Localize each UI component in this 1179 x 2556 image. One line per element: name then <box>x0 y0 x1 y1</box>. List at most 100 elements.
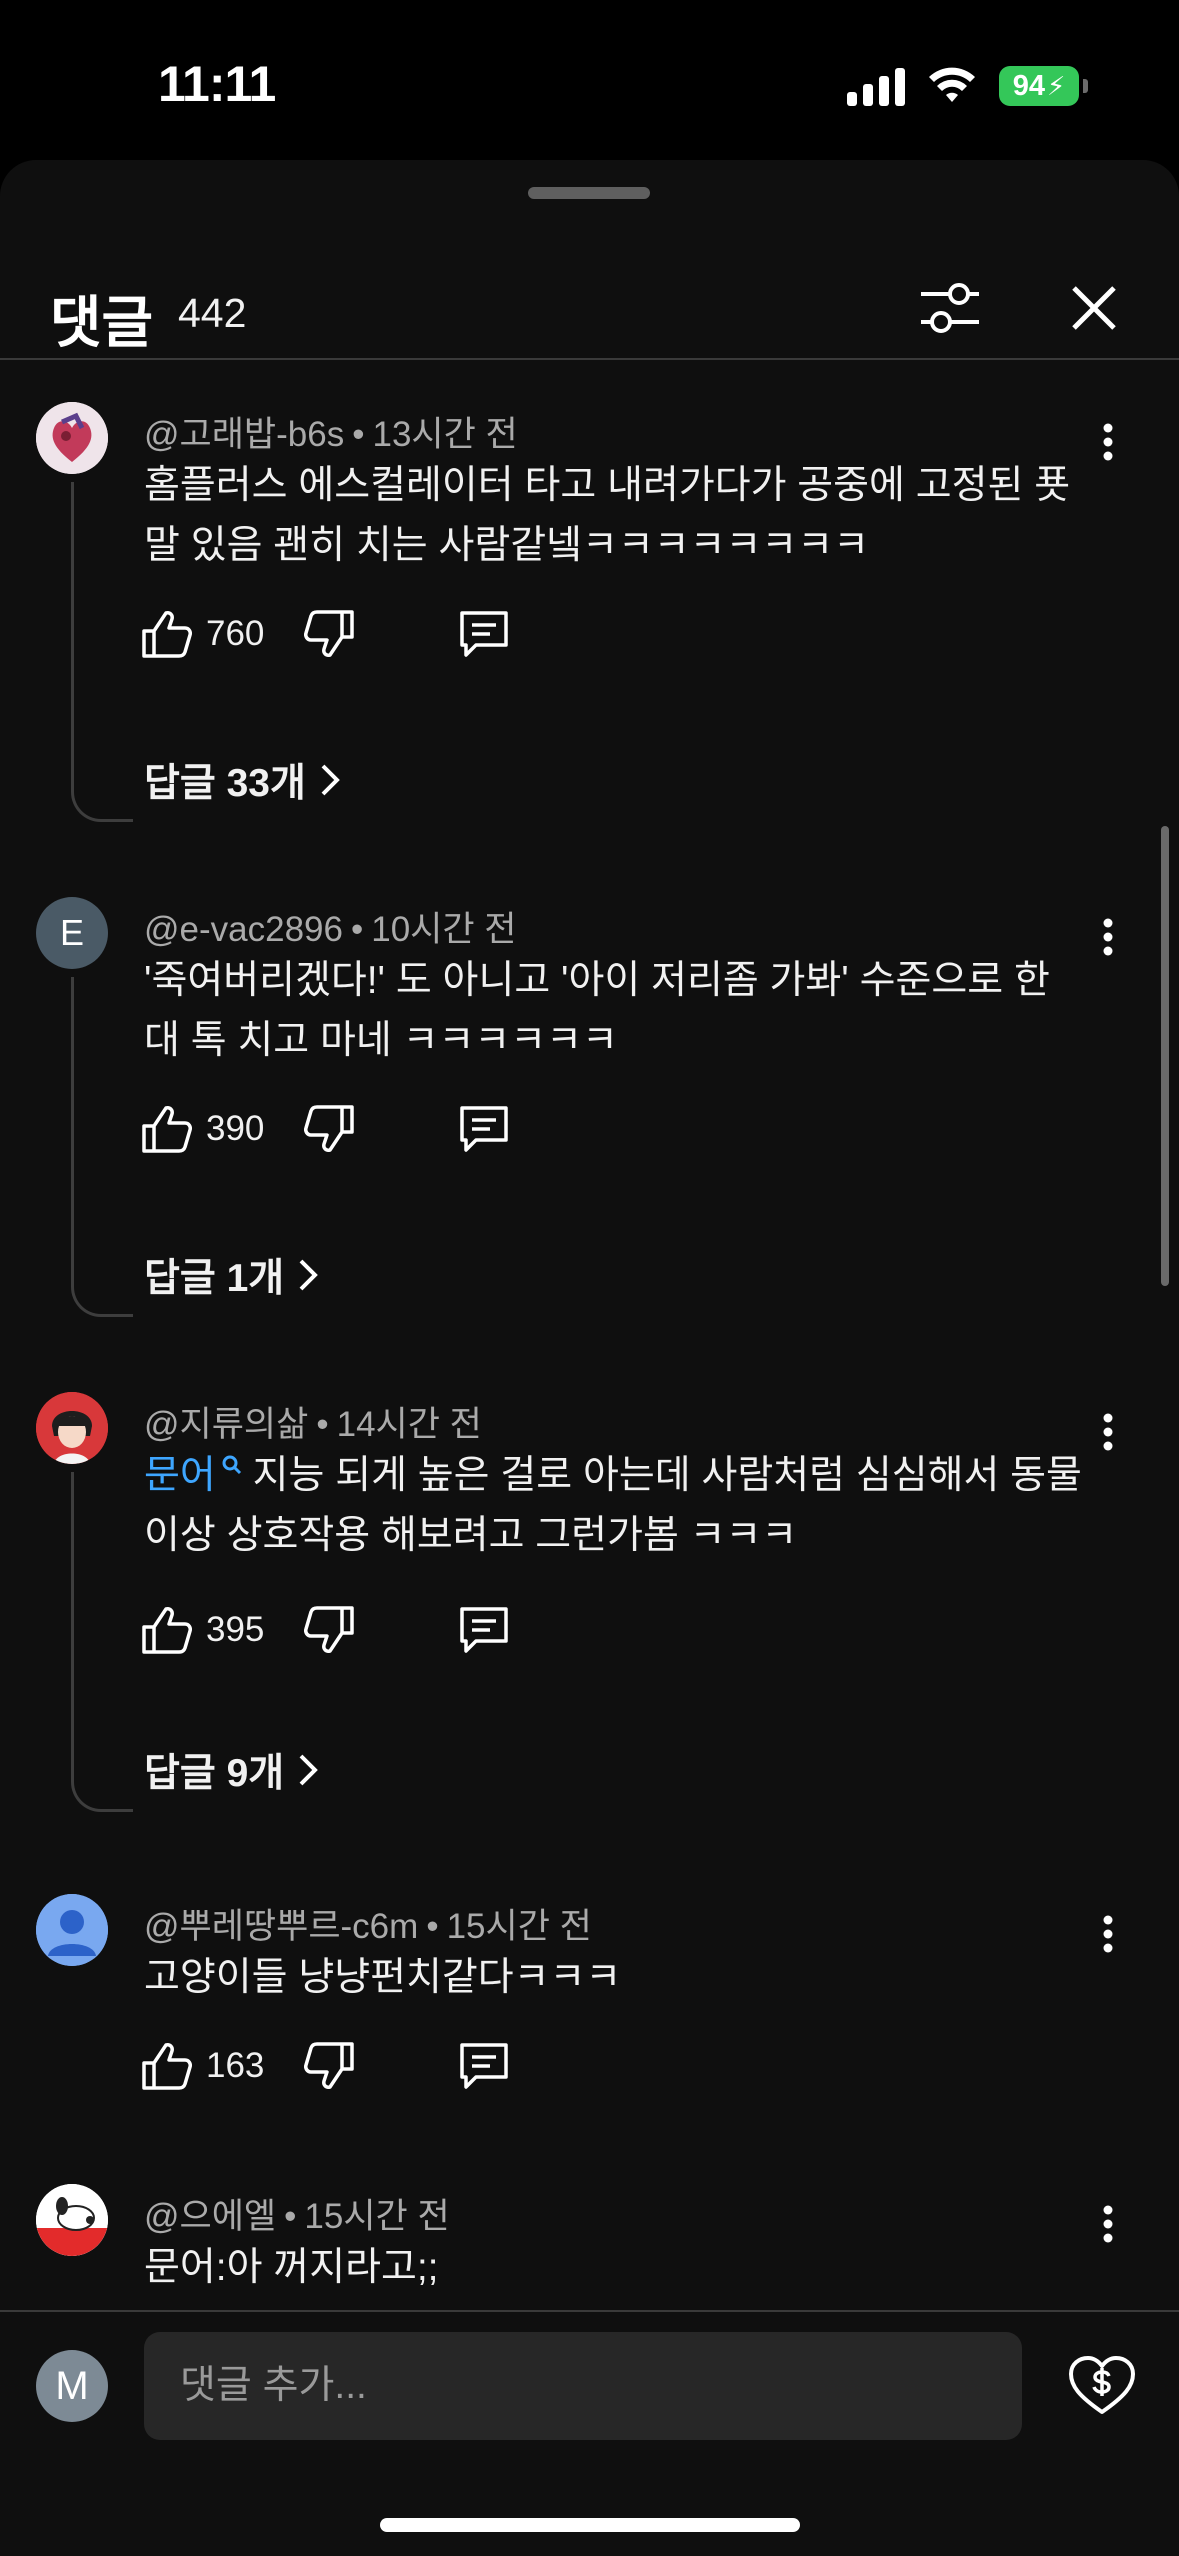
comments-header: 댓글 442 <box>0 230 1179 360</box>
more-vert-icon <box>1103 1413 1113 1451</box>
replies-label: 답글 9개 <box>144 1752 285 1795</box>
comment-author[interactable]: @고래밥-b6s <box>144 415 344 454</box>
comment-meta: @지류의삶 • 14시간 전 <box>144 1405 482 1444</box>
comment-text: 문어:아 꺼지라고;; <box>144 2246 439 2289</box>
thumb-down-icon <box>304 1606 355 1653</box>
add-comment-input[interactable] <box>144 2332 1022 2440</box>
reply-icon <box>460 611 508 657</box>
like-count: 760 <box>206 614 265 653</box>
thumb-down-icon <box>304 2042 355 2089</box>
replies-label: 답글 1개 <box>144 1257 285 1300</box>
avatar[interactable] <box>36 2184 108 2256</box>
avatar-letter: E <box>59 912 84 953</box>
scrollbar-thumb[interactable] <box>1161 826 1169 1286</box>
chevron-right-icon <box>299 1754 319 1786</box>
comment-author[interactable]: @e-vac2896 <box>144 910 343 949</box>
comment-meta: @고래밥-b6s • 13시간 전 <box>144 415 518 454</box>
close-button[interactable] <box>1052 266 1136 350</box>
my-avatar[interactable]: M <box>36 2350 108 2422</box>
thumb-up-icon <box>142 1106 192 1153</box>
like-count: 395 <box>206 1610 265 1649</box>
comment-author[interactable]: @뿌레땅뿌르-c6m <box>144 1907 418 1946</box>
chevron-right-icon <box>299 1259 319 1291</box>
comment-time: 13시간 전 <box>372 415 518 454</box>
battery-level: 94 <box>1012 69 1045 102</box>
avatar[interactable]: E <box>36 897 108 969</box>
dislike-button[interactable] <box>304 609 356 659</box>
home-indicator[interactable] <box>380 2518 800 2532</box>
reply-button[interactable] <box>458 1099 510 1159</box>
filter-button[interactable] <box>908 266 992 350</box>
comment-time: 15시간 전 <box>446 1907 592 1946</box>
comment-author[interactable]: @지류의삶 <box>144 1405 308 1444</box>
search-link[interactable]: 문어 <box>144 1454 242 1497</box>
comment-text: 홈플러스 에스컬레이터 타고 내려가다가 공중에 고정된 푯말 있음 괜히 치는… <box>144 464 1071 567</box>
reply-icon <box>460 1607 508 1653</box>
status-time: 11:11 <box>158 56 276 112</box>
comment-text: 문어 지능 되게 높은 걸로 아는데 사람처럼 심심해서 동물이상 상호작용 해… <box>144 1446 1094 1566</box>
default-avatar-icon <box>36 1894 108 1966</box>
more-vert-icon <box>1103 918 1113 956</box>
more-vert-icon <box>1103 1915 1113 1953</box>
comment-actions: 390 <box>140 1099 508 1159</box>
like-button[interactable]: 163 <box>140 2041 264 2091</box>
comment-time: 10시간 전 <box>371 910 517 949</box>
like-button[interactable]: 760 <box>140 609 264 659</box>
battery-indicator: 94 ⚡ <box>999 66 1088 106</box>
close-icon <box>1072 286 1116 330</box>
more-vert-icon <box>1103 2205 1113 2243</box>
dislike-button[interactable] <box>304 2041 356 2091</box>
avatar-image <box>36 1392 108 1464</box>
reply-button[interactable] <box>458 604 510 664</box>
avatar[interactable] <box>36 402 108 474</box>
comment-list[interactable]: @고래밥-b6s • 13시간 전 홈플러스 에스컬레이터 타고 내려가다가 공중에… <box>0 360 1179 2310</box>
like-button[interactable]: 390 <box>140 1104 264 1154</box>
replies-label: 답글 33개 <box>144 762 306 805</box>
filter-icon <box>921 283 979 333</box>
avatar-image <box>36 402 108 474</box>
thumb-up-icon <box>142 2043 192 2090</box>
comment-time: 15시간 전 <box>304 2197 450 2236</box>
wifi-icon <box>929 67 975 102</box>
like-button[interactable]: 395 <box>140 1605 264 1655</box>
super-thanks-button[interactable] <box>1060 2344 1144 2428</box>
comment-time: 14시간 전 <box>336 1405 482 1444</box>
comment-author[interactable]: @으에엘 <box>144 2197 276 2236</box>
thread-line <box>71 482 133 822</box>
sheet-grabber[interactable] <box>528 187 650 199</box>
chevron-right-icon <box>321 764 340 796</box>
comment-text: '죽여버리겠다!' 도 아니고 '아이 저리좀 가봐' 수준으로 한 대 톡 치… <box>144 959 1050 1062</box>
comments-sheet: 댓글 442 @고래밥-b6s • 13시간 전 홈플러스 에스컬레이터 타고 … <box>0 160 1179 2556</box>
reply-button[interactable] <box>458 2036 510 2096</box>
dislike-button[interactable] <box>304 1605 356 1655</box>
view-replies-button[interactable]: 답글 9개 <box>144 1743 319 1797</box>
comments-count: 442 <box>178 290 247 336</box>
more-vert-icon <box>1103 423 1113 461</box>
charging-bolt-icon: ⚡ <box>1047 70 1066 101</box>
view-replies-button[interactable]: 답글 33개 <box>144 753 340 807</box>
comment-meta: @e-vac2896 • 10시간 전 <box>144 910 517 949</box>
thread-line <box>71 977 133 1317</box>
comment-text: 고양이들 냥냥펀치같다ㅋㅋㅋ <box>144 1956 622 1999</box>
avatar-image <box>36 2184 108 2256</box>
thread-line <box>71 1472 133 1812</box>
thumb-down-icon <box>304 610 355 657</box>
thumb-up-icon <box>142 611 192 658</box>
view-replies-button[interactable]: 답글 1개 <box>144 1248 319 1302</box>
reply-button[interactable] <box>458 1600 510 1660</box>
comment-actions: 760 <box>140 604 508 664</box>
search-icon <box>222 1455 241 1475</box>
status-icons: 94 ⚡ <box>847 62 1088 110</box>
reply-icon <box>460 2043 508 2089</box>
comment-text-rest: 지능 되게 높은 걸로 아는데 사람처럼 심심해서 동물이상 상호작용 해보려고… <box>144 1454 1082 1557</box>
like-count: 390 <box>206 1109 265 1148</box>
comment-meta: @뿌레땅뿌르-c6m • 15시간 전 <box>144 1907 592 1946</box>
avatar[interactable] <box>36 1392 108 1464</box>
avatar[interactable] <box>36 1894 108 1966</box>
thumb-up-icon <box>142 1607 192 1654</box>
comment-meta: @으에엘 • 15시간 전 <box>144 2197 450 2236</box>
dislike-button[interactable] <box>304 1104 356 1154</box>
comment-actions: 163 <box>140 2036 508 2096</box>
like-count: 163 <box>206 2046 265 2085</box>
super-thanks-icon <box>1069 2356 1135 2414</box>
